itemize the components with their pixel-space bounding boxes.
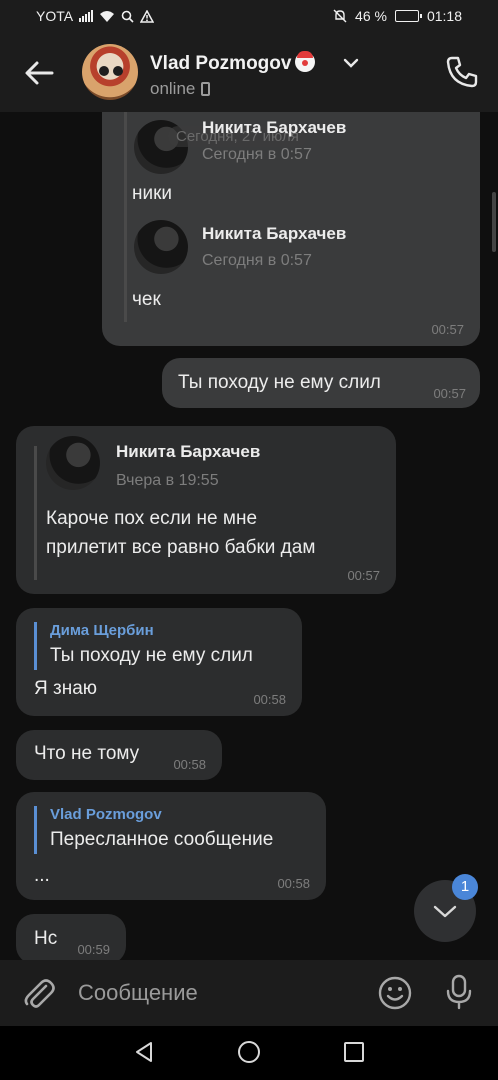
message-text: Кароче пох если не мне <box>46 508 258 529</box>
nav-back-icon[interactable] <box>132 1040 156 1064</box>
phone-icon[interactable] <box>444 54 480 90</box>
message-text: ники <box>132 183 173 204</box>
clown-emoji-icon <box>295 51 316 72</box>
contact-status: online <box>150 79 211 99</box>
forward-date: Сегодня в 0:57 <box>202 146 312 163</box>
system-nav-bar <box>0 1026 498 1080</box>
message-list[interactable]: Сегодня, 27 июля Никита Бархачев Сегодня… <box>0 112 498 960</box>
message-bubble-in[interactable]: Нс 00:59 <box>16 914 126 960</box>
contact-name[interactable]: Vlad Pozmogov <box>150 51 316 75</box>
chat-header: Vlad Pozmogov online <box>0 34 498 112</box>
reply-line <box>34 806 37 854</box>
search-icon <box>121 10 134 23</box>
message-text: прилетит все равно бабки дам <box>46 537 316 558</box>
wifi-icon <box>100 11 115 22</box>
message-text: Нс <box>34 928 58 949</box>
microphone-icon[interactable] <box>444 974 474 1010</box>
forward-date: Вчера в 19:55 <box>116 472 219 489</box>
status-text: online <box>150 79 196 98</box>
message-bubble-forwarded-out[interactable]: Сегодня, 27 июля Никита Бархачев Сегодня… <box>102 112 480 346</box>
message-bubble-forwarded-in[interactable]: Никита Бархачев Вчера в 19:55 Кароче пох… <box>16 426 396 594</box>
message-text: чек <box>132 289 161 310</box>
message-bubble-reply[interactable]: Дима Щербин Ты походу не ему слил Я знаю… <box>16 608 302 716</box>
carrier-label: YOTA <box>36 8 74 24</box>
message-time: 00:59 <box>77 942 110 957</box>
message-time: 00:58 <box>253 692 286 707</box>
message-text: ... <box>34 865 50 886</box>
message-time: 00:57 <box>433 386 466 401</box>
battery-percent: 46 % <box>355 8 387 24</box>
avatar <box>46 436 100 490</box>
scrollbar[interactable] <box>492 192 496 252</box>
status-bar: YOTA 46 % 01:18 <box>0 0 498 34</box>
signal-icon <box>79 10 94 22</box>
message-time: 00:58 <box>277 876 310 891</box>
composer-bar <box>0 960 498 1026</box>
nav-recents-icon[interactable] <box>344 1042 364 1062</box>
forward-author: Никита Бархачев <box>202 118 347 137</box>
reply-text: Ты походу не ему слил <box>50 645 253 666</box>
reply-author: Дима Щербин <box>50 622 154 639</box>
battery-icon <box>394 10 422 22</box>
unread-badge: 1 <box>452 874 478 900</box>
avatar[interactable] <box>82 44 138 100</box>
mobile-icon <box>201 82 211 96</box>
emoji-icon[interactable] <box>378 976 412 1010</box>
chevron-down-icon[interactable] <box>342 56 360 70</box>
reply-text: Пересланное сообщение <box>50 829 274 850</box>
forward-date: Сегодня в 0:57 <box>202 252 312 269</box>
paperclip-icon[interactable] <box>22 976 56 1010</box>
reply-author: Vlad Pozmogov <box>50 806 162 823</box>
warning-icon <box>140 9 155 23</box>
mute-icon <box>333 9 347 23</box>
nav-home-icon[interactable] <box>238 1041 260 1063</box>
message-input[interactable] <box>78 974 358 1012</box>
message-time: 00:57 <box>431 322 464 337</box>
forward-line <box>124 112 127 322</box>
contact-name-text: Vlad Pozmogov <box>150 53 292 74</box>
clock: 01:18 <box>426 8 462 24</box>
message-text: Ты походу не ему слил <box>178 372 381 393</box>
reply-line <box>34 622 37 670</box>
message-time: 00:58 <box>173 757 206 772</box>
message-text: Что не тому <box>34 743 140 764</box>
forward-author: Никита Бархачев <box>116 442 261 461</box>
avatar <box>134 220 188 274</box>
message-time: 00:57 <box>347 568 380 583</box>
message-bubble-out[interactable]: Ты походу не ему слил 00:57 <box>162 358 480 408</box>
forward-line <box>34 446 37 580</box>
forward-author: Никита Бархачев <box>202 224 347 243</box>
message-bubble-reply[interactable]: Vlad Pozmogov Пересланное сообщение ... … <box>16 792 326 900</box>
back-arrow-icon[interactable] <box>22 56 56 90</box>
message-text: Я знаю <box>34 678 98 699</box>
message-bubble-in[interactable]: Что не тому 00:58 <box>16 730 222 780</box>
